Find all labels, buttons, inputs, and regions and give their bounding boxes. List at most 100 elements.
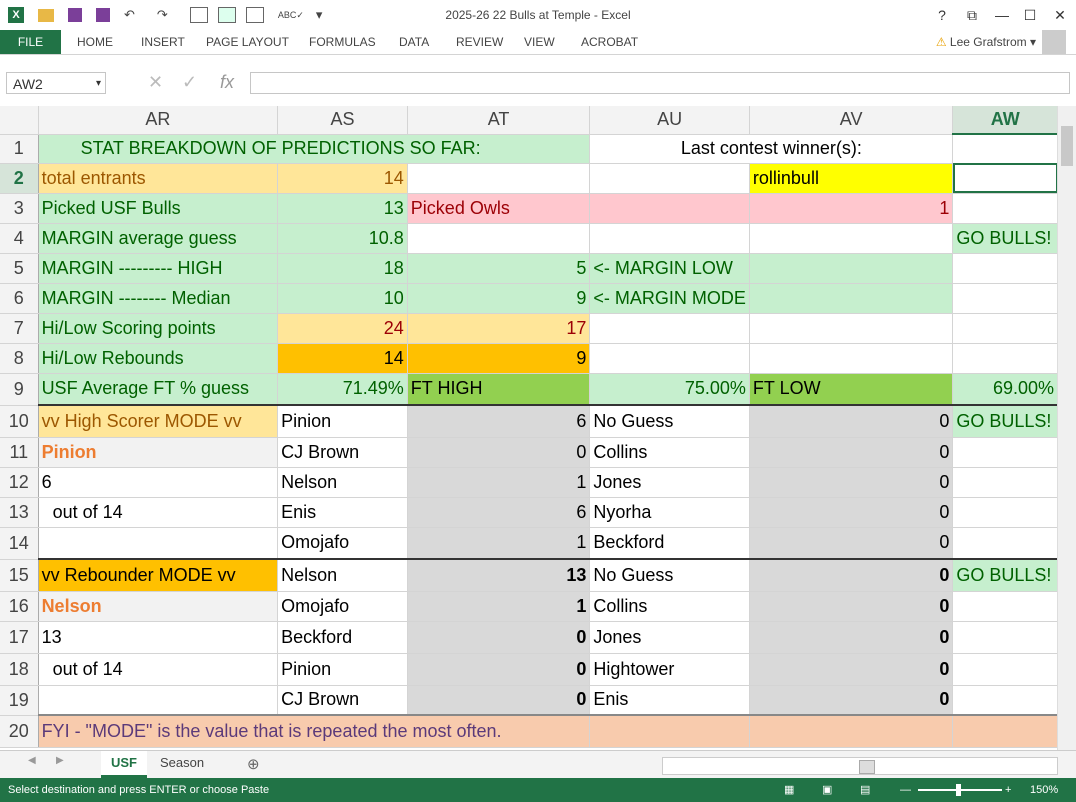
close-button[interactable]: ✕ xyxy=(1046,4,1074,26)
cell[interactable]: 0 xyxy=(749,591,954,622)
cell[interactable] xyxy=(749,313,954,344)
cell[interactable]: No Guess xyxy=(589,404,750,438)
row-header[interactable]: 12 xyxy=(0,467,39,498)
sheet-tab-season[interactable]: Season xyxy=(150,751,214,775)
cell[interactable] xyxy=(952,467,1058,498)
cell[interactable]: CJ Brown xyxy=(277,685,408,716)
cell[interactable] xyxy=(952,527,1058,560)
cell[interactable] xyxy=(952,163,1058,194)
select-all-corner[interactable] xyxy=(0,106,39,135)
cell[interactable]: 6 xyxy=(407,497,591,528)
cell[interactable] xyxy=(589,223,750,254)
cell[interactable]: rollinbull xyxy=(749,163,954,194)
cell[interactable]: Enis xyxy=(277,497,408,528)
cell[interactable]: 24 xyxy=(277,313,408,344)
cell[interactable]: 14 xyxy=(277,343,408,374)
user-account[interactable]: ⚠ Lee Grafstrom ▾ xyxy=(936,30,1036,54)
row-header[interactable]: 8 xyxy=(0,343,39,374)
row-header[interactable]: 7 xyxy=(0,313,39,344)
column-header[interactable]: AR xyxy=(38,106,279,135)
cell[interactable]: 0 xyxy=(749,467,954,498)
row-header[interactable]: 5 xyxy=(0,253,39,284)
cell[interactable]: 0 xyxy=(407,437,591,468)
row-header[interactable]: 16 xyxy=(0,591,39,622)
cell[interactable] xyxy=(952,685,1058,716)
vertical-scrollbar[interactable] xyxy=(1057,106,1076,750)
cancel-icon[interactable]: ✕ xyxy=(148,72,163,93)
cell[interactable]: 0 xyxy=(749,558,954,592)
cell[interactable] xyxy=(589,714,750,748)
cell[interactable] xyxy=(952,313,1058,344)
cell[interactable]: 1 xyxy=(749,193,954,224)
cell[interactable]: 1 xyxy=(407,467,591,498)
cell[interactable]: GO BULLS! xyxy=(952,404,1058,438)
cell[interactable]: 0 xyxy=(749,404,954,438)
cell[interactable]: Jones xyxy=(589,467,750,498)
cell[interactable]: FYI - "MODE" is the value that is repeat… xyxy=(38,714,591,748)
cell[interactable]: Beckford xyxy=(277,621,408,654)
cell[interactable]: 13 xyxy=(38,621,279,654)
cell[interactable]: Pinion xyxy=(277,653,408,686)
row-header[interactable]: 13 xyxy=(0,497,39,528)
cell[interactable]: <- MARGIN LOW xyxy=(589,253,750,284)
cell[interactable] xyxy=(952,621,1058,654)
cell[interactable]: Collins xyxy=(589,437,750,468)
cell[interactable]: 0 xyxy=(749,527,954,560)
worksheet-grid[interactable]: AR AS AT AU AV AW 1 STAT BREAKDOWN OF PRE… xyxy=(0,106,1058,750)
cell[interactable] xyxy=(749,714,954,748)
cell[interactable]: 1 xyxy=(407,527,591,560)
cell[interactable]: 0 xyxy=(407,685,591,716)
row-header[interactable]: 9 xyxy=(0,373,39,406)
cell[interactable]: MARGIN --------- HIGH xyxy=(38,253,279,284)
minimize-button[interactable]: — xyxy=(988,4,1016,26)
cell[interactable] xyxy=(952,437,1058,468)
cell[interactable]: Hi/Low Scoring points xyxy=(38,313,279,344)
scroll-thumb[interactable] xyxy=(1061,126,1073,166)
tab-home[interactable]: HOME xyxy=(77,30,113,54)
cell[interactable] xyxy=(407,163,591,194)
column-header[interactable]: AV xyxy=(749,106,954,135)
cell[interactable]: USF Average FT % guess xyxy=(38,373,279,406)
tab-acrobat[interactable]: ACROBAT xyxy=(581,30,638,54)
cell[interactable] xyxy=(589,193,750,224)
zoom-slider-thumb[interactable] xyxy=(956,784,961,796)
row-header[interactable]: 20 xyxy=(0,715,39,748)
column-header[interactable]: AU xyxy=(589,106,750,135)
cell[interactable]: 9 xyxy=(407,283,591,314)
cell[interactable]: out of 14 xyxy=(38,497,279,528)
tab-formulas[interactable]: FORMULAS xyxy=(309,30,376,54)
cell[interactable]: GO BULLS! xyxy=(952,223,1058,254)
page-break-view-icon[interactable]: ▤ xyxy=(860,778,870,802)
cell[interactable]: 13 xyxy=(407,558,591,592)
cell[interactable]: Omojafo xyxy=(277,527,408,560)
tab-insert[interactable]: INSERT xyxy=(141,30,185,54)
zoom-out-icon[interactable]: — xyxy=(900,778,911,802)
cell[interactable]: 0 xyxy=(407,653,591,686)
formula-input[interactable] xyxy=(250,72,1070,94)
cell[interactable]: 0 xyxy=(749,621,954,654)
cell[interactable] xyxy=(38,685,279,716)
cell[interactable]: MARGIN average guess xyxy=(38,223,279,254)
cell[interactable] xyxy=(749,253,954,284)
row-header[interactable]: 17 xyxy=(0,621,39,654)
scroll-right-icon[interactable]: ▶ xyxy=(56,755,64,766)
cell[interactable]: 0 xyxy=(407,621,591,654)
sheet-tab-usf[interactable]: USF xyxy=(101,751,147,778)
cell[interactable]: MARGIN -------- Median xyxy=(38,283,279,314)
row-header[interactable]: 3 xyxy=(0,193,39,224)
cell[interactable]: Omojafo xyxy=(277,591,408,622)
cell[interactable]: FT LOW xyxy=(749,373,954,406)
insert-function-icon[interactable]: fx xyxy=(220,72,234,93)
cell[interactable]: 0 xyxy=(749,497,954,528)
cell[interactable]: 13 xyxy=(277,193,408,224)
scroll-left-icon[interactable]: ◀ xyxy=(28,755,36,766)
cell[interactable]: Last contest winner(s): xyxy=(589,134,954,164)
cell[interactable]: Beckford xyxy=(589,527,750,560)
cell[interactable]: Picked USF Bulls xyxy=(38,193,279,224)
cell[interactable]: 6 xyxy=(38,467,279,498)
cell[interactable] xyxy=(952,193,1058,224)
zoom-in-icon[interactable]: + xyxy=(1005,778,1011,802)
cell[interactable]: out of 14 xyxy=(38,653,279,686)
row-header[interactable]: 2 xyxy=(0,163,39,194)
row-header[interactable]: 4 xyxy=(0,223,39,254)
